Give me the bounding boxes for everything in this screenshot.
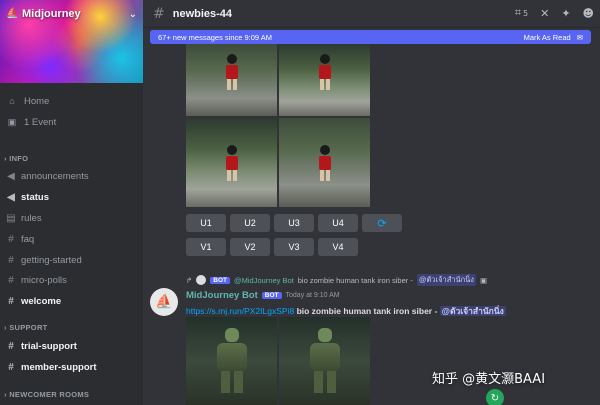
hash-icon: # — [8, 275, 14, 286]
grid-image-2[interactable] — [279, 44, 370, 116]
message-timestamp: Today at 9:10 AM — [285, 292, 340, 299]
channel-faq[interactable]: # faq — [6, 231, 140, 248]
upscale-3-button[interactable]: U3 — [274, 214, 314, 232]
message-mention[interactable]: @ตัวเจ้าสำนักนิ่ง — [439, 306, 506, 316]
grid-image-3[interactable] — [186, 118, 277, 207]
members-icon[interactable]: ☻ — [583, 7, 594, 20]
reply-arrow-icon: ↱ — [186, 275, 193, 285]
reply-author: @MidJourney Bot — [234, 275, 294, 285]
mark-read-icon: ✉ — [576, 32, 583, 42]
reroll-icon[interactable]: ⟳ — [362, 214, 402, 232]
message-author[interactable]: MidJourney Bot — [186, 290, 258, 301]
category-newcomer-rooms[interactable]: › NEWCOMER ROOMS — [4, 390, 89, 399]
channel-member-support[interactable]: # member-support — [6, 359, 140, 376]
variation-2-button[interactable]: V2 — [230, 238, 270, 256]
channel-welcome[interactable]: # welcome — [6, 293, 140, 310]
channel-trial-support[interactable]: # trial-support — [6, 338, 140, 355]
reply-mention[interactable]: @ตัวเจ้าสำนักนิ่ง — [416, 274, 476, 286]
hash-icon: # — [8, 362, 14, 373]
channel-micro-polls[interactable]: # micro-polls — [6, 272, 140, 289]
category-support[interactable]: › SUPPORT — [4, 323, 48, 332]
grid-image-4[interactable] — [279, 118, 370, 207]
reply-avatar — [196, 275, 207, 285]
megaphone-icon: ◀ — [7, 192, 15, 203]
channel-rules[interactable]: ▤ rules — [6, 210, 140, 227]
bot-badge: BOT — [210, 276, 231, 284]
message-body: https://s.mj.run/PX2ILgxSPi8 bio zombie … — [186, 304, 506, 318]
calendar-icon: ▣ — [7, 116, 17, 127]
avatar[interactable]: ⛵ — [150, 288, 178, 316]
hash-icon: # — [153, 5, 165, 22]
variation-4-button[interactable]: V4 — [318, 238, 358, 256]
chevron-down-icon[interactable]: ⌄ — [129, 9, 137, 20]
bot-badge: BOT — [261, 292, 282, 299]
server-name: Midjourney — [22, 8, 81, 20]
variation-3-button[interactable]: V3 — [274, 238, 314, 256]
variation-1-button[interactable]: V1 — [186, 238, 226, 256]
thread-hash-icon: # — [8, 296, 14, 307]
category-info[interactable]: › INFO — [4, 154, 28, 163]
reply-preview[interactable]: ↱ BOT @MidJourney Bot bio zombie human t… — [186, 274, 487, 286]
sidebar-item-home[interactable]: ⌂ Home — [0, 92, 143, 110]
threads-icon[interactable]: ⌗ 5 — [515, 6, 528, 20]
channel-title: newbies-44 — [172, 7, 233, 20]
prompt-link[interactable]: https://s.mj.run/PX2ILgxSPi8 — [186, 306, 294, 316]
reply-prompt: bio zombie human tank iron siber - — [297, 275, 413, 285]
image-attachment-icon: ▣ — [479, 275, 488, 285]
channel-getting-started[interactable]: # getting-started — [6, 252, 140, 269]
server-header[interactable]: ⛵ Midjourney ⌄ — [0, 0, 143, 28]
server-boat-icon: ⛵ — [6, 8, 19, 19]
home-icon: ⌂ — [9, 96, 15, 106]
sidebar-item-label: 1 Event — [24, 116, 57, 128]
pin-icon[interactable]: ✦ — [561, 7, 570, 20]
result-image-2[interactable] — [279, 317, 370, 405]
upscale-4-button[interactable]: U4 — [318, 214, 358, 232]
channel-status[interactable]: ◀ status — [6, 189, 140, 206]
hash-icon: # — [8, 341, 14, 352]
hash-icon: # — [8, 255, 14, 266]
sidebar-item-events[interactable]: ▣ 1 Event — [0, 113, 143, 131]
scroll-jump-icon[interactable]: ↻ — [486, 389, 504, 405]
mark-as-read-button[interactable]: Mark As Read ✉ — [524, 33, 583, 42]
sidebar-item-label: Home — [24, 95, 50, 107]
channel-announcements[interactable]: ◀ announcements — [6, 168, 140, 185]
upscale-1-button[interactable]: U1 — [186, 214, 226, 232]
megaphone-icon: ◀ — [7, 171, 15, 182]
boat-logo-icon: ⛵ — [155, 294, 173, 310]
grid-image-1[interactable] — [186, 44, 277, 116]
channel-sidebar: ⛵ Midjourney ⌄ ⌂ Home ▣ 1 Event › INFO ◀… — [0, 0, 143, 405]
message-header: MidJourney Bot BOT Today at 9:10 AM — [186, 290, 340, 301]
new-messages-text: 67+ new messages since 9:09 AM — [158, 32, 273, 42]
message-prompt: bio zombie human tank iron siber - — [294, 306, 440, 316]
channel-header: # newbies-44 ⌗ 5 ✕ ✦ ☻ — [143, 0, 600, 28]
new-messages-bar[interactable]: 67+ new messages since 9:09 AM Mark As R… — [150, 30, 591, 44]
upscale-2-button[interactable]: U2 — [230, 214, 270, 232]
hash-icon: # — [8, 234, 14, 245]
mute-bell-icon[interactable]: ✕ — [540, 7, 549, 20]
rules-icon: ▤ — [6, 213, 16, 224]
watermark: 知乎 @黄文灏BAAI — [432, 372, 546, 387]
result-image-1[interactable] — [186, 317, 277, 405]
